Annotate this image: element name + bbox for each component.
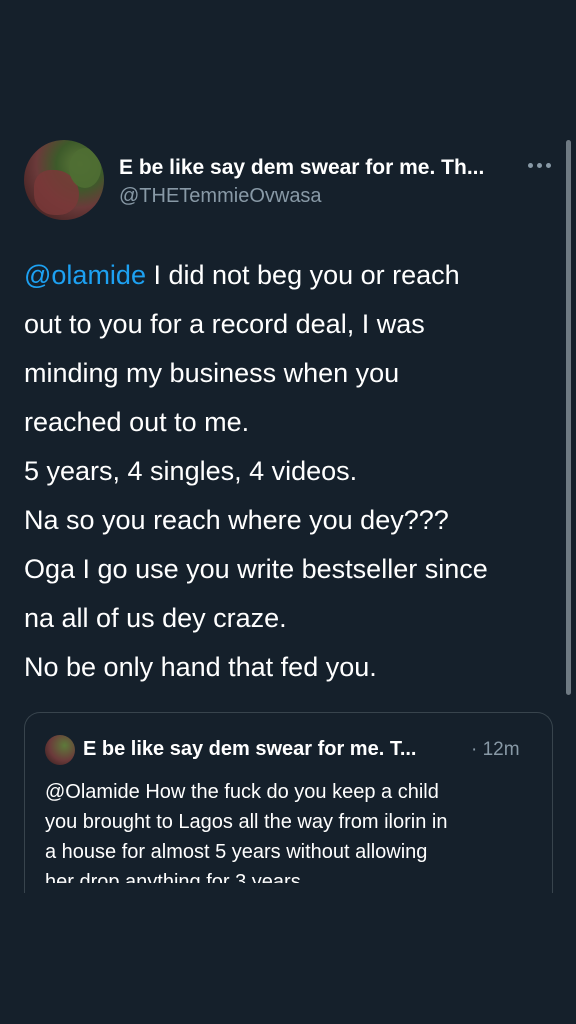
quoted-author-avatar (45, 735, 75, 765)
author-display-name[interactable]: E be like say dem swear for me. Th... (119, 156, 484, 180)
quoted-line: a house for almost 5 years without allow… (45, 841, 428, 863)
quoted-timestamp: · 12m (471, 739, 520, 760)
quoted-line: you brought to Lagos all the way from il… (45, 811, 448, 833)
tweet-line: minding my business when you (24, 358, 400, 388)
quoted-author-name: E be like say dem swear for me. T... (83, 738, 417, 760)
author-avatar[interactable] (24, 140, 104, 220)
quote-cutoff (25, 883, 552, 893)
scrollbar[interactable] (566, 140, 571, 695)
tweet-header: E be like say dem swear for me. Th... @T… (24, 140, 554, 220)
tweet-line: 5 years, 4 singles, 4 videos. (24, 456, 358, 486)
tweet-line: out to you for a record deal, I was (24, 309, 425, 339)
mention-link[interactable]: @olamide (24, 260, 146, 290)
tweet-line: na all of us dey craze. (24, 603, 287, 633)
more-dot (546, 162, 551, 168)
avatar-foliage (69, 148, 101, 188)
tweet-body: @olamide I did not beg you or reach out … (24, 251, 554, 692)
tweet-line-text: I did not beg you or reach (145, 260, 460, 290)
quoted-tweet-body: @Olamide How the fuck do you keep a chil… (45, 777, 540, 893)
author-handle[interactable]: @THETemmieOvwasa (119, 185, 322, 208)
more-dot (537, 162, 542, 168)
more-options-icon[interactable] (528, 158, 554, 172)
tweet-line: Oga I go use you write bestseller since (24, 554, 488, 584)
tweet-line: reached out to me. (24, 407, 250, 437)
quoted-line: @Olamide How the fuck do you keep a chil… (45, 781, 439, 803)
tweet-line: No be only hand that fed you. (24, 652, 377, 682)
more-dot (528, 162, 533, 168)
tweet-line: Na so you reach where you dey??? (24, 505, 449, 535)
tweet-line: @olamide I did not beg you or reach (24, 251, 554, 300)
tweet-detail-screen: E be like say dem swear for me. Th... @T… (0, 0, 576, 1024)
quoted-tweet-card[interactable]: E be like say dem swear for me. T... · 1… (24, 712, 553, 893)
